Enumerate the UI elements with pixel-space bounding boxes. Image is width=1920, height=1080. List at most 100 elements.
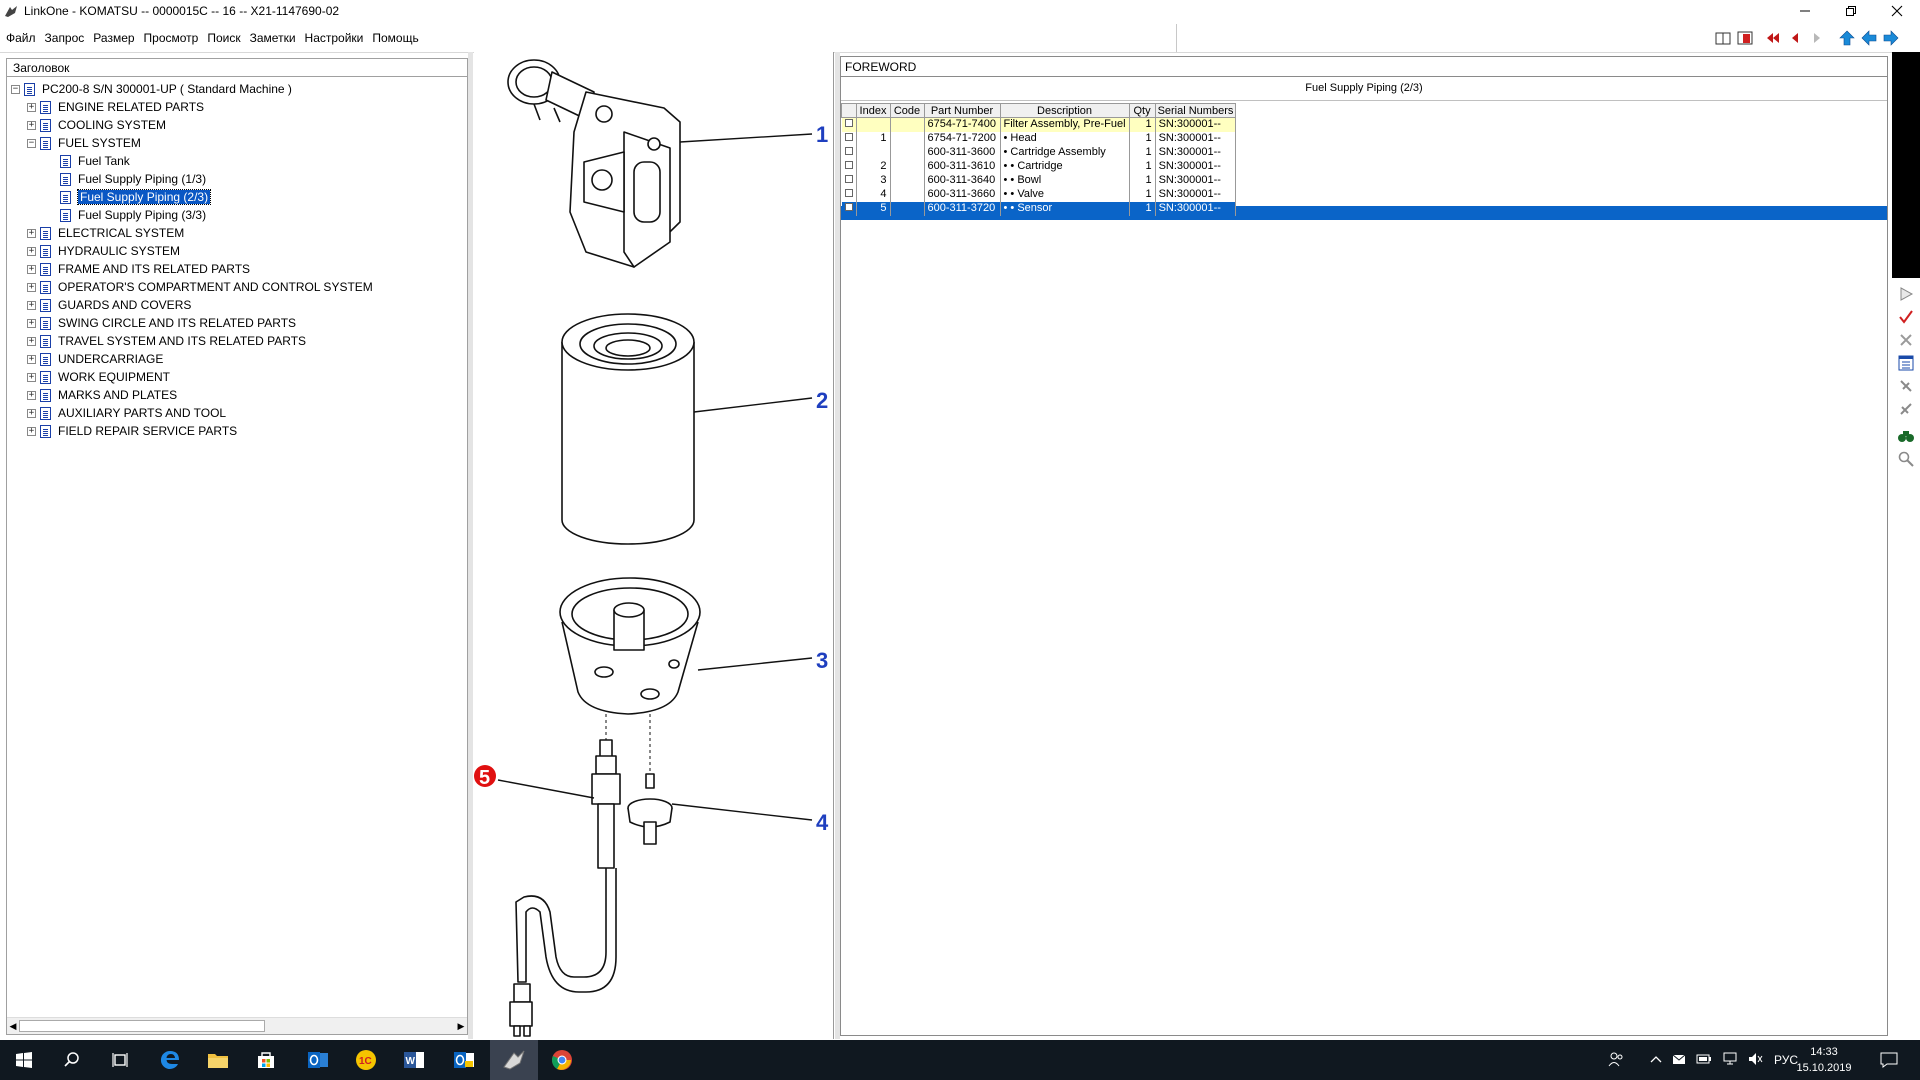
column-qty[interactable]: Qty — [1128, 103, 1156, 118]
collapse-icon[interactable]: − — [11, 84, 20, 94]
tree-item[interactable]: + OPERATOR'S COMPARTMENT AND CONTROL SYST… — [27, 278, 373, 296]
callout-5-highlight[interactable]: 5 — [474, 765, 496, 789]
column-index[interactable]: Index — [855, 103, 891, 118]
tree-item[interactable]: + ENGINE RELATED PARTS — [27, 98, 204, 116]
menu-settings[interactable]: Настройки — [305, 31, 364, 45]
row-checkbox[interactable] — [844, 147, 853, 155]
left-splitter[interactable] — [468, 52, 473, 1039]
explorer-button[interactable] — [194, 1040, 242, 1080]
foreword-field[interactable]: FOREWORD — [841, 57, 1887, 77]
cross-button[interactable] — [1892, 328, 1920, 351]
parts-row[interactable]: 5 600-311-3720 • • Sensor 1 SN:300001-- — [841, 201, 1237, 216]
menu-help[interactable]: Помощь — [372, 31, 418, 45]
expand-icon[interactable]: + — [27, 102, 36, 112]
network-icon[interactable] — [1722, 1052, 1738, 1069]
row-checkbox[interactable] — [844, 203, 853, 211]
attach-button[interactable] — [1892, 374, 1920, 397]
scroll-right-icon[interactable]: ▶ — [456, 1020, 466, 1032]
callout-1[interactable]: 1 — [816, 122, 828, 147]
chrome-button[interactable] — [538, 1040, 586, 1080]
search-button[interactable] — [48, 1040, 96, 1080]
menu-file[interactable]: Файл — [6, 31, 36, 45]
menu-search[interactable]: Поиск — [207, 31, 240, 45]
store-button[interactable] — [242, 1040, 290, 1080]
chevron-up-icon[interactable] — [1650, 1053, 1662, 1067]
expand-icon[interactable]: + — [27, 282, 36, 292]
column-description[interactable]: Description — [999, 103, 1130, 118]
collapse-icon[interactable]: − — [27, 138, 36, 148]
row-checkbox[interactable] — [844, 175, 853, 183]
tree-item[interactable]: + FRAME AND ITS RELATED PARTS — [27, 260, 250, 278]
check-button[interactable] — [1892, 305, 1920, 328]
expand-icon[interactable]: + — [27, 408, 36, 418]
expand-icon[interactable]: + — [27, 120, 36, 130]
tree-root[interactable]: − PC200-8 S/N 300001-UP ( Standard Machi… — [11, 80, 292, 98]
people-icon[interactable] — [1608, 1051, 1624, 1070]
row-checkbox[interactable] — [844, 119, 853, 128]
callout-5[interactable]: 5 — [479, 767, 490, 789]
edge-button[interactable] — [146, 1040, 194, 1080]
next-page-button[interactable] — [1806, 27, 1828, 49]
callout-4[interactable]: 4 — [816, 810, 829, 835]
expand-icon[interactable]: + — [27, 246, 36, 256]
close-button[interactable] — [1874, 0, 1920, 22]
book-button[interactable] — [1712, 27, 1734, 49]
tree-item[interactable]: + WORK EQUIPMENT — [27, 368, 170, 386]
list-button[interactable] — [1892, 351, 1920, 374]
clock[interactable]: 14:33 15.10.2019 — [1786, 1044, 1862, 1076]
scrollbar-thumb[interactable] — [19, 1020, 265, 1032]
row-checkbox[interactable] — [844, 161, 853, 169]
menu-notes[interactable]: Заметки — [250, 31, 296, 45]
tree-item[interactable]: + AUXILIARY PARTS AND TOOL — [27, 404, 226, 422]
tree-item[interactable]: + UNDERCARRIAGE — [27, 350, 163, 368]
callout-2[interactable]: 2 — [816, 388, 828, 413]
task-view-button[interactable] — [96, 1040, 144, 1080]
prev-page-button[interactable] — [1784, 27, 1806, 49]
tree-item[interactable]: + ELECTRICAL SYSTEM — [27, 224, 184, 242]
tree-item[interactable]: + HYDRAULIC SYSTEM — [27, 242, 180, 260]
expand-icon[interactable]: + — [27, 318, 36, 328]
expand-icon[interactable]: + — [27, 228, 36, 238]
restore-button[interactable] — [1828, 0, 1874, 22]
word-button[interactable]: W — [390, 1040, 438, 1080]
column-part-number[interactable]: Part Number — [923, 103, 1001, 118]
tree-item[interactable]: Fuel Tank — [60, 152, 130, 170]
minimize-button[interactable] — [1782, 0, 1828, 22]
detach-button[interactable] — [1892, 397, 1920, 420]
expand-icon[interactable]: + — [27, 354, 36, 364]
tree-item[interactable]: Fuel Supply Piping (1/3) — [60, 170, 206, 188]
play-button[interactable] — [1892, 282, 1920, 305]
parts-row[interactable]: 4 600-311-3660 • • Valve 1 SN:300001-- — [841, 187, 1237, 202]
tree-item[interactable]: − FUEL SYSTEM — [27, 134, 141, 152]
forward-button[interactable] — [1880, 27, 1902, 49]
callout-3[interactable]: 3 — [816, 648, 828, 673]
tree-horizontal-scrollbar[interactable]: ◀ ▶ — [7, 1017, 467, 1034]
magnifier-button[interactable] — [1892, 447, 1920, 470]
outlook2-button[interactable] — [440, 1040, 488, 1080]
expand-icon[interactable]: + — [27, 390, 36, 400]
expand-icon[interactable]: + — [27, 264, 36, 274]
row-checkbox[interactable] — [844, 189, 853, 197]
parts-row[interactable]: 1 6754-71-7200 • Head 1 SN:300001-- — [841, 131, 1237, 146]
scroll-left-icon[interactable]: ◀ — [8, 1020, 18, 1032]
expand-icon[interactable]: + — [27, 336, 36, 346]
tree-item[interactable]: + COOLING SYSTEM — [27, 116, 166, 134]
menu-size[interactable]: Размер — [93, 31, 134, 45]
1c-button[interactable]: 1С — [342, 1040, 390, 1080]
expand-icon[interactable]: + — [27, 426, 36, 436]
mail-tray-icon[interactable] — [1672, 1053, 1686, 1068]
back-button[interactable] — [1858, 27, 1880, 49]
tree-item[interactable]: Fuel Supply Piping (2/3) — [60, 188, 212, 206]
expand-icon[interactable]: + — [27, 300, 36, 310]
tree-item[interactable]: + FIELD REPAIR SERVICE PARTS — [27, 422, 237, 440]
tree-item[interactable]: + GUARDS AND COVERS — [27, 296, 191, 314]
parts-row[interactable]: 6754-71-7400 Filter Assembly, Pre-Fuel 1 SN… — [841, 117, 1237, 132]
book-red-button[interactable] — [1734, 27, 1756, 49]
parts-row[interactable]: 2 600-311-3610 • • Cartridge 1 SN:300001-- — [841, 159, 1237, 174]
tree-item[interactable]: + TRAVEL SYSTEM AND ITS RELATED PARTS — [27, 332, 306, 350]
start-button[interactable] — [0, 1040, 48, 1080]
menu-query[interactable]: Запрос — [45, 31, 85, 45]
volume-icon[interactable] — [1748, 1052, 1764, 1069]
row-checkbox[interactable] — [844, 133, 853, 141]
tree-item[interactable]: Fuel Supply Piping (3/3) — [60, 206, 206, 224]
